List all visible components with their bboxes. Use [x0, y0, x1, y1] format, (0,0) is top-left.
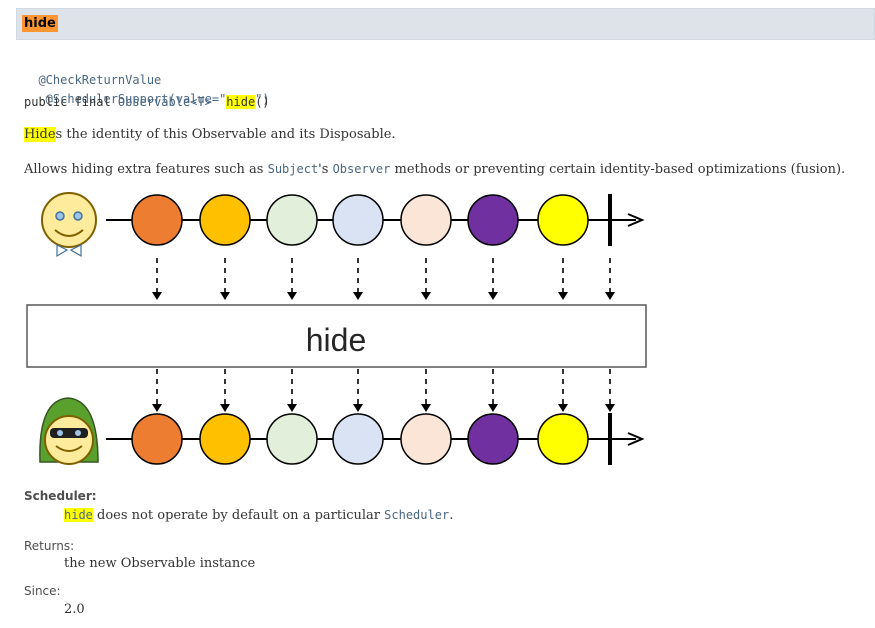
marble [537, 413, 589, 465]
since-value: 2.0 [64, 602, 85, 617]
scheduler-text-mid: does not operate by default on a particu… [92, 508, 385, 523]
arrow-head [488, 404, 498, 412]
hooded-smiley-icon [39, 397, 99, 465]
marble [400, 194, 452, 246]
scheduler-text-end: . [449, 508, 454, 523]
returns-text: the new Observable instance [64, 556, 256, 571]
arrow-head [220, 292, 230, 300]
marble [199, 413, 251, 465]
source-timeline [106, 194, 645, 246]
marble [467, 413, 519, 465]
arrow-head [152, 404, 162, 412]
arrow-head [421, 292, 431, 300]
arrow-head [488, 292, 498, 300]
marble [131, 413, 183, 465]
arrow-head [353, 292, 363, 300]
marble [131, 194, 183, 246]
marble [537, 194, 589, 246]
marble [266, 413, 318, 465]
marble [332, 413, 384, 465]
arrow-head [287, 292, 297, 300]
arrow-head [287, 404, 297, 412]
since-label: Since: [24, 584, 61, 598]
arrow-head [605, 404, 615, 412]
scheduler-link[interactable]: Scheduler [384, 508, 449, 522]
scheduler-text: hide does not operate by default on a pa… [64, 506, 453, 525]
arrow-head [220, 404, 230, 412]
marble [332, 194, 384, 246]
marble [266, 194, 318, 246]
marble [467, 194, 519, 246]
scheduler-label: Scheduler: [24, 489, 97, 503]
marble [199, 194, 251, 246]
returns-label: Returns: [24, 539, 75, 553]
arrow-head [353, 404, 363, 412]
arrow-head [605, 292, 615, 300]
marble [400, 413, 452, 465]
marble-diagram: hide [26, 192, 647, 465]
output-timeline [106, 413, 645, 465]
smiley-icon [41, 192, 97, 258]
arrow-head [558, 292, 568, 300]
operator-label: hide [306, 322, 367, 358]
arrow-head [152, 292, 162, 300]
arrow-head [558, 404, 568, 412]
scheduler-method-code: hide [64, 508, 93, 522]
arrow-head [421, 404, 431, 412]
